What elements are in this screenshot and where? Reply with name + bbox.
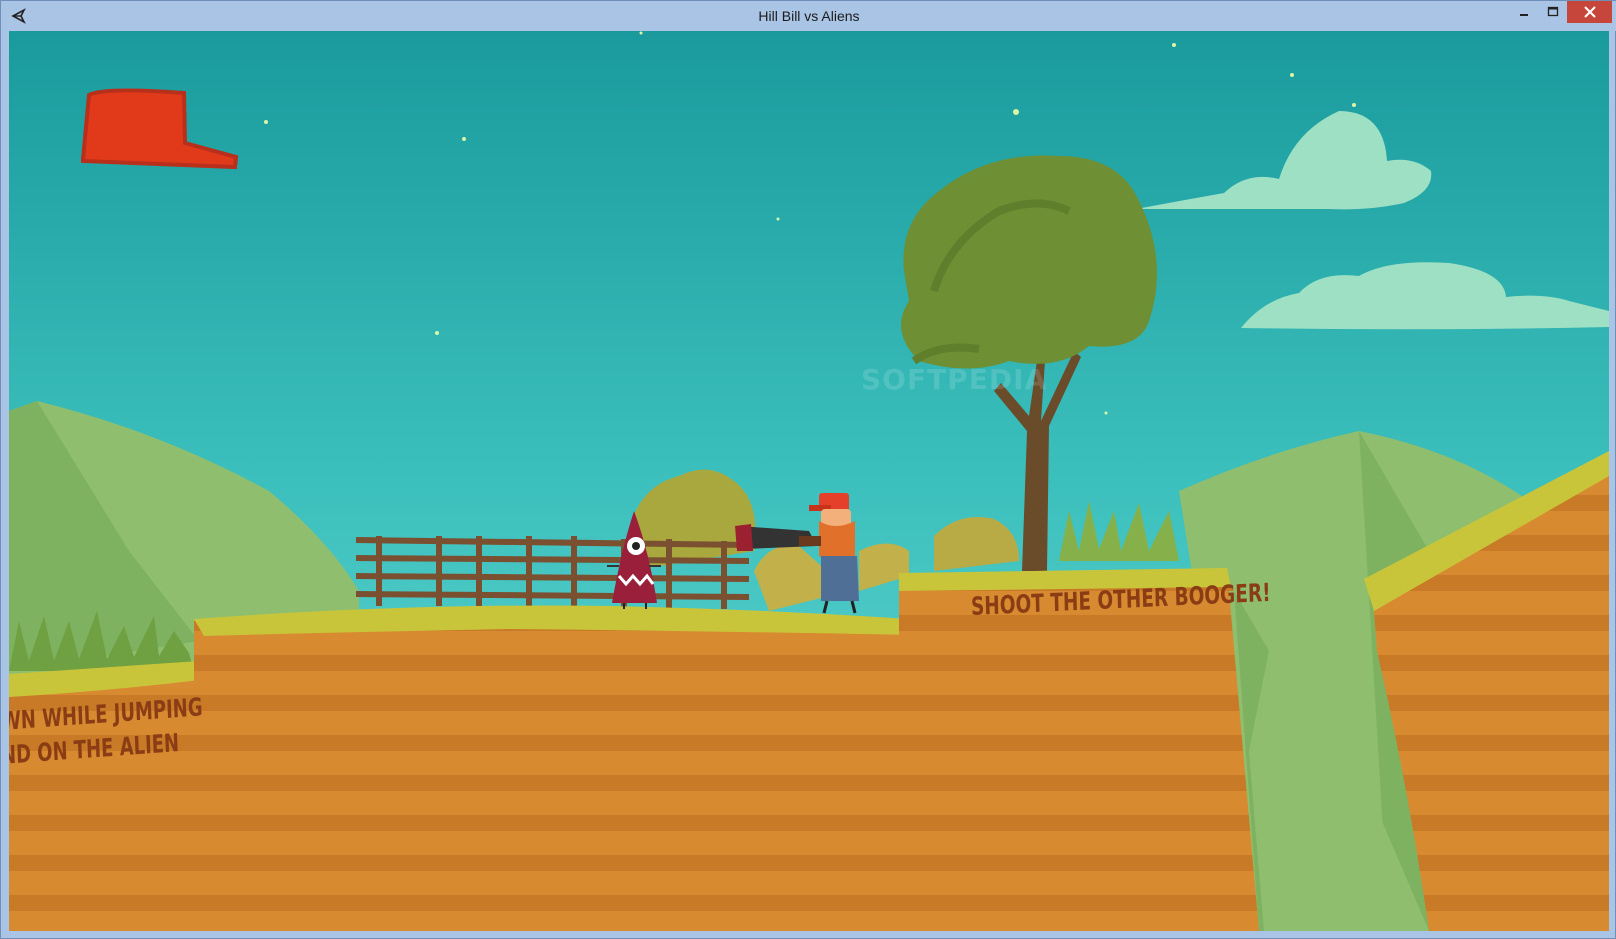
minimize-icon bbox=[1520, 14, 1528, 16]
ground-main bbox=[194, 605, 914, 931]
game-window: Hill Bill vs Aliens WN WHILE JUMPING ND … bbox=[0, 0, 1616, 939]
minimize-button[interactable] bbox=[1509, 1, 1539, 23]
maximize-icon bbox=[1547, 6, 1559, 17]
window-title: Hill Bill vs Aliens bbox=[758, 8, 860, 24]
game-scene bbox=[9, 31, 1609, 931]
title-bar[interactable]: Hill Bill vs Aliens bbox=[1, 1, 1616, 31]
close-button[interactable] bbox=[1567, 1, 1612, 23]
ground-right bbox=[899, 568, 1259, 931]
maximize-button[interactable] bbox=[1539, 1, 1567, 23]
softpedia-watermark: SOFTPEDIA bbox=[861, 363, 1048, 396]
close-icon bbox=[1583, 6, 1596, 18]
game-viewport[interactable]: WN WHILE JUMPING ND ON THE ALIEN SHOOT T… bbox=[9, 31, 1609, 931]
